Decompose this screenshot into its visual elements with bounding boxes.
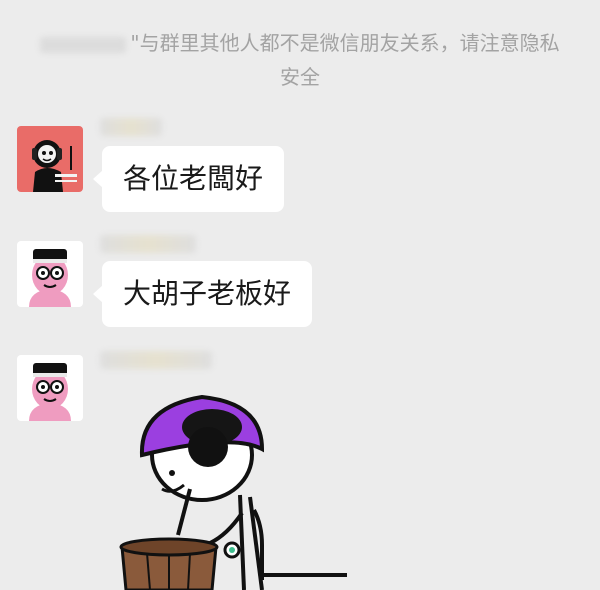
cartoon-headphones-avatar-icon (17, 126, 83, 192)
blurred-nickname (40, 36, 127, 53)
avatar[interactable] (17, 355, 83, 421)
system-notice-text: "与群里其他人都不是微信朋友关系，请注意隐私安全 (130, 31, 560, 89)
blurred-nickname (100, 235, 196, 253)
cartoon-purple-hat-drinking-sticker-icon (119, 394, 347, 590)
blurred-nickname (100, 351, 212, 369)
message-bubble[interactable]: 大胡子老板好 (92, 261, 313, 327)
blurred-nickname (100, 118, 162, 136)
cartoon-glasses-avatar-icon (17, 241, 83, 307)
chat-window: "与群里其他人都不是微信朋友关系，请注意隐私安全 各位老闆好 大胡子老板好 (0, 0, 600, 590)
cartoon-glasses-avatar-icon (17, 355, 83, 421)
sticker-message[interactable] (112, 385, 362, 590)
avatar[interactable] (17, 241, 83, 307)
avatar[interactable] (17, 126, 83, 192)
message-bubble[interactable]: 各位老闆好 (92, 146, 285, 212)
system-notice: "与群里其他人都不是微信朋友关系，请注意隐私安全 (40, 26, 560, 94)
